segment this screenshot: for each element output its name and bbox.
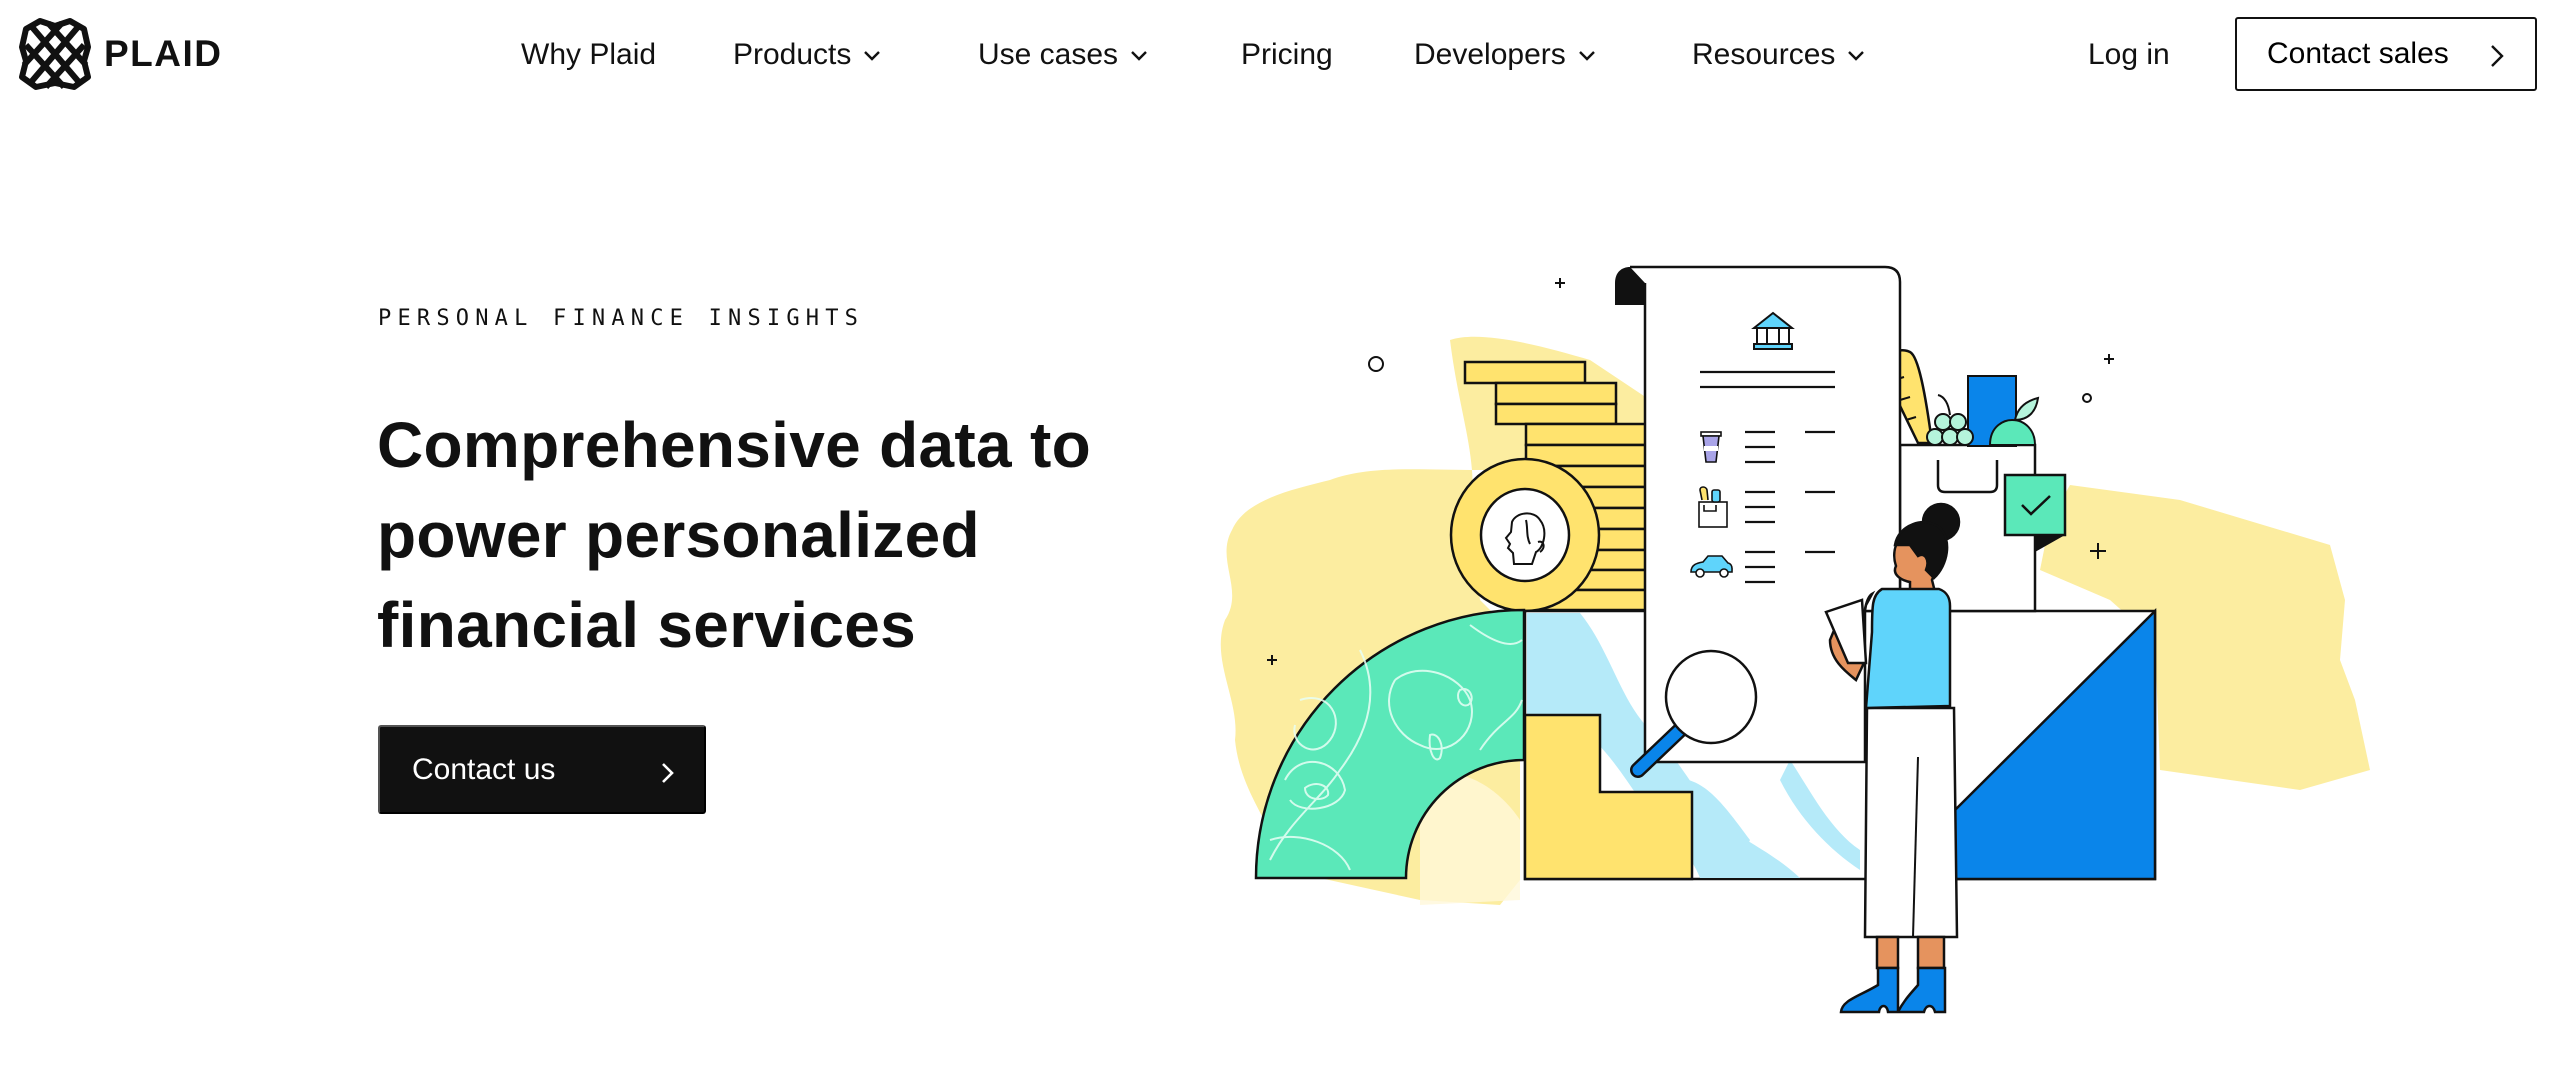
leaf <box>2013 396 2040 422</box>
sparkle-plus <box>2090 543 2106 559</box>
sparkle-plus <box>2104 354 2114 364</box>
boots <box>1839 966 1947 1014</box>
chevron-down-icon <box>1845 44 1867 66</box>
checkmark-icon <box>2021 495 2051 516</box>
nav-products[interactable]: Products <box>733 30 883 80</box>
tank-top <box>1864 587 1952 710</box>
tablet <box>1824 598 1868 665</box>
headline-line-1: Comprehensive data to <box>377 409 1092 481</box>
magnifying-glass <box>1630 649 1758 778</box>
headline-line-2: power personalized <box>377 499 980 571</box>
grocery-bag <box>1882 349 2040 613</box>
lower-brush-glow <box>1420 773 1520 905</box>
contact-sales-label: Contact sales <box>2267 37 2449 70</box>
hero-eyebrow: PERSONAL FINANCE INSIGHTS <box>378 306 865 331</box>
nav-developers-label: Developers <box>1414 38 1566 71</box>
financial-statement <box>1615 265 1902 778</box>
hair-bun <box>1921 502 1961 542</box>
contact-us-label: Contact us <box>412 752 556 786</box>
chevron-down-icon <box>861 44 883 66</box>
nav-products-label: Products <box>733 38 852 71</box>
chevron-right-icon <box>660 759 676 783</box>
apple <box>1988 418 2037 446</box>
base-box <box>1523 607 2157 881</box>
chevron-right-icon <box>2487 43 2507 69</box>
green-contour-arch <box>1254 608 1526 880</box>
chevron-down-icon <box>1128 44 1150 66</box>
coffee-cup-icon <box>1700 431 1722 463</box>
contact-us-button[interactable]: Contact us <box>378 725 706 814</box>
headline-line-3: financial services <box>377 589 917 661</box>
face <box>1893 526 1942 594</box>
grapes <box>1926 394 1974 446</box>
contact-sales-button[interactable]: Contact sales <box>2235 17 2537 91</box>
right-brush-blob <box>2040 485 2370 790</box>
baguette <box>1882 349 1934 445</box>
nav-resources-label: Resources <box>1692 38 1836 71</box>
chevron-down-icon <box>1576 44 1598 66</box>
blue-triangle <box>1953 607 2157 881</box>
nav-use-cases-label: Use cases <box>978 38 1119 71</box>
yellow-step-block <box>1523 713 1694 881</box>
nav-developers[interactable]: Developers <box>1414 30 1598 80</box>
grocery-bag-icon <box>1698 486 1728 528</box>
left-brush-blob <box>1220 336 1650 905</box>
car-icon <box>1690 555 1733 578</box>
hero-headline: Comprehensive data to power personalized… <box>377 400 1177 670</box>
plaid-logo-link[interactable]: PLAID <box>18 17 223 91</box>
sparkle-circle <box>1368 356 1384 372</box>
nav-pricing-label: Pricing <box>1241 38 1333 71</box>
hair <box>1893 520 1949 580</box>
plaid-tartan-logo-icon <box>18 17 92 91</box>
blue-carton <box>1967 375 2017 447</box>
nav-why-plaid[interactable]: Why Plaid <box>521 30 656 80</box>
nav-why-plaid-label: Why Plaid <box>521 38 657 71</box>
sparkles <box>1267 278 2114 665</box>
nav-pricing[interactable]: Pricing <box>1241 30 1333 80</box>
site-header: PLAID Why Plaid Products Use cases Prici… <box>0 0 2560 108</box>
woman-figure <box>1824 502 1961 1014</box>
coin-stack <box>1463 360 1648 612</box>
yellow-brush-background <box>1220 336 2370 905</box>
arm <box>1828 590 1876 682</box>
pants <box>1863 706 1959 939</box>
bank-icon <box>1751 311 1795 350</box>
sparkle-plus <box>1267 655 1277 665</box>
sparkle-plus <box>1555 278 1565 288</box>
verified-check-tag <box>2003 473 2067 552</box>
sparkle-circle <box>2082 393 2092 403</box>
legs <box>1875 935 1946 970</box>
coin-icon <box>1449 457 1601 613</box>
light-blue-pattern <box>1527 613 1860 878</box>
nav-resources[interactable]: Resources <box>1692 30 1867 80</box>
coin-portrait <box>1504 512 1546 565</box>
login-link[interactable]: Log in <box>2088 30 2170 80</box>
nav-use-cases[interactable]: Use cases <box>978 30 1150 80</box>
brand-wordmark: PLAID <box>104 33 223 74</box>
